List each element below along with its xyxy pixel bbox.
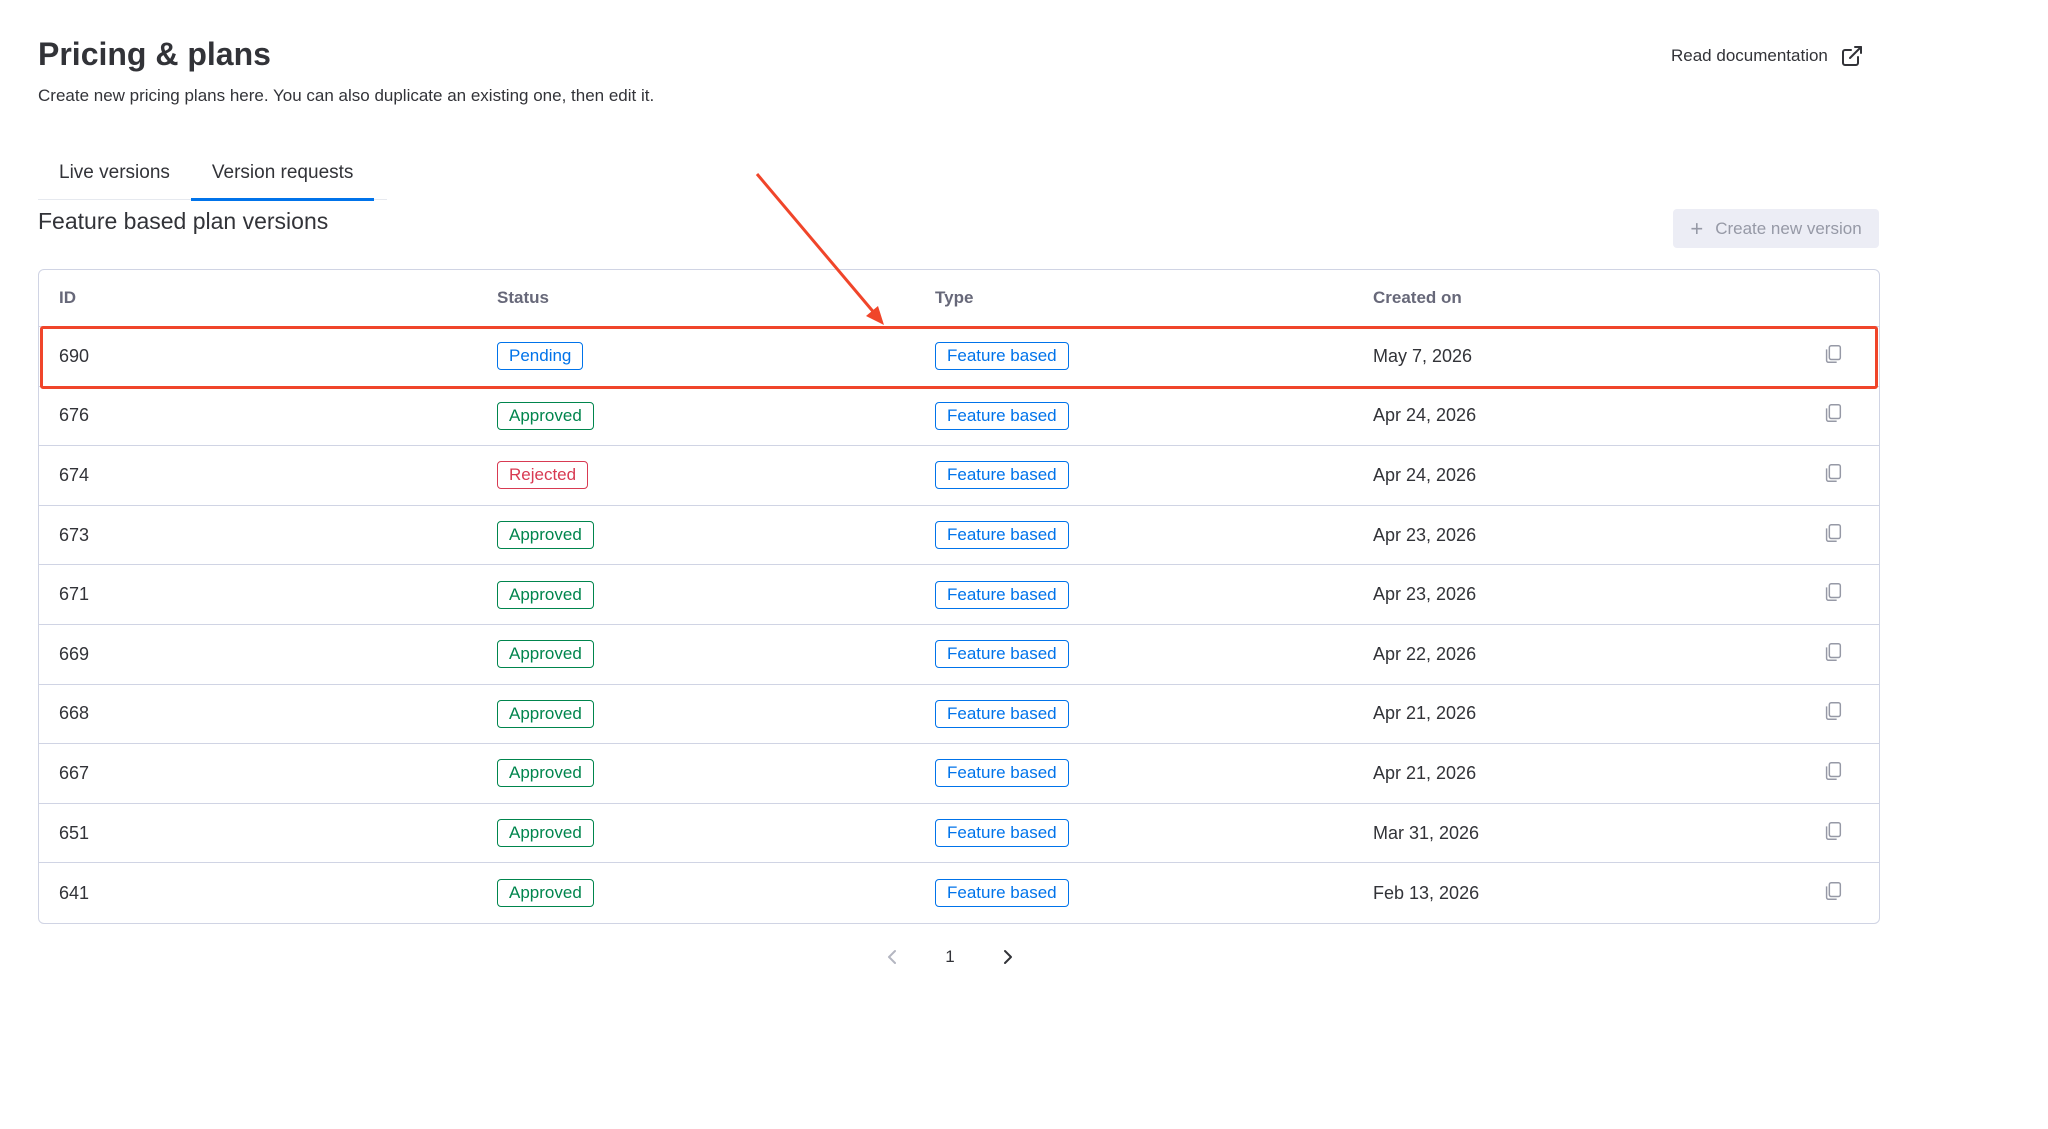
plus-icon: +: [1690, 215, 1704, 241]
copy-icon: [1825, 761, 1842, 780]
tab-live-versions[interactable]: Live versions: [38, 150, 191, 200]
copy-icon: [1825, 821, 1842, 840]
next-page-button[interactable]: [996, 944, 1020, 970]
row-id: 674: [59, 464, 90, 485]
tab-version-requests[interactable]: Version requests: [190, 150, 375, 201]
chevron-right-icon: [1004, 950, 1012, 964]
copy-icon: [1825, 344, 1842, 363]
row-created-on: Apr 21, 2026: [1373, 703, 1477, 724]
create-new-version-label: Create new version: [1715, 218, 1862, 238]
type-badge: Feature based: [935, 819, 1069, 848]
status-badge: Pending: [497, 342, 584, 371]
row-created-on: Feb 13, 2026: [1373, 882, 1480, 903]
chevron-left-icon: [888, 950, 896, 964]
row-created-on: Apr 23, 2026: [1373, 584, 1477, 605]
duplicate-button[interactable]: [1822, 880, 1844, 907]
page-title: Pricing & plans: [38, 36, 271, 72]
row-created-on: Apr 22, 2026: [1373, 643, 1477, 664]
column-header-type[interactable]: Type: [935, 288, 973, 308]
table-row[interactable]: 667 Approved Feature based Apr 21, 2026: [39, 744, 1879, 804]
column-header-status[interactable]: Status: [497, 288, 549, 308]
copy-icon: [1825, 702, 1842, 721]
status-badge: Approved: [497, 699, 594, 728]
prev-page-button[interactable]: [880, 944, 904, 970]
type-badge: Feature based: [935, 580, 1069, 609]
row-created-on: Apr 24, 2026: [1373, 464, 1477, 485]
table-row[interactable]: 641 Approved Feature based Feb 13, 2026: [39, 863, 1879, 923]
table-row[interactable]: 674 Rejected Feature based Apr 24, 2026: [39, 446, 1879, 506]
duplicate-button[interactable]: [1822, 522, 1844, 549]
row-id: 676: [59, 405, 90, 426]
page-number[interactable]: 1: [938, 944, 962, 970]
table-row[interactable]: 671 Approved Feature based Apr 23, 2026: [39, 565, 1879, 625]
tab-bar: Live versions Version requests: [38, 150, 387, 201]
type-badge: Feature based: [935, 461, 1069, 490]
row-created-on: Mar 31, 2026: [1373, 822, 1480, 843]
table-body: 690 Pending Feature based May 7, 2026 67…: [39, 327, 1879, 923]
row-created-on: Apr 24, 2026: [1373, 405, 1477, 426]
type-badge: Feature based: [935, 640, 1069, 669]
table-row[interactable]: 651 Approved Feature based Mar 31, 2026: [39, 804, 1879, 864]
read-documentation-label: Read documentation: [1671, 46, 1828, 65]
duplicate-button[interactable]: [1822, 820, 1844, 847]
page-subtitle: Create new pricing plans here. You can a…: [38, 86, 655, 105]
table-row[interactable]: 676 Approved Feature based Apr 24, 2026: [39, 387, 1879, 447]
copy-icon: [1825, 523, 1842, 542]
duplicate-button[interactable]: [1822, 581, 1844, 608]
column-header-id[interactable]: ID: [59, 288, 76, 308]
copy-icon: [1825, 881, 1842, 900]
status-badge: Approved: [497, 521, 594, 550]
type-badge: Feature based: [935, 759, 1069, 788]
type-badge: Feature based: [935, 342, 1069, 371]
row-id: 651: [59, 822, 90, 843]
read-documentation-link[interactable]: Read documentation: [1671, 44, 1864, 68]
row-id: 671: [59, 584, 90, 605]
section-title: Feature based plan versions: [38, 208, 329, 234]
versions-table: ID Status Type Created on 690 Pending Fe…: [38, 269, 1880, 924]
duplicate-button[interactable]: [1822, 760, 1844, 787]
row-created-on: Apr 23, 2026: [1373, 524, 1477, 545]
type-badge: Feature based: [935, 879, 1069, 908]
column-header-created-on[interactable]: Created on: [1373, 288, 1462, 308]
row-id: 668: [59, 703, 90, 724]
create-new-version-button[interactable]: + Create new version: [1673, 209, 1879, 248]
row-id: 673: [59, 524, 90, 545]
table-row[interactable]: 690 Pending Feature based May 7, 2026: [39, 327, 1879, 387]
table-row[interactable]: 669 Approved Feature based Apr 22, 2026: [39, 625, 1879, 685]
duplicate-button[interactable]: [1822, 641, 1844, 668]
row-id: 690: [59, 345, 90, 366]
status-badge: Approved: [497, 580, 594, 609]
status-badge: Approved: [497, 401, 594, 430]
row-id: 667: [59, 762, 90, 783]
row-id: 641: [59, 882, 90, 903]
row-created-on: Apr 21, 2026: [1373, 762, 1477, 783]
copy-icon: [1825, 642, 1842, 661]
row-created-on: May 7, 2026: [1373, 345, 1473, 366]
table-header: ID Status Type Created on: [39, 270, 1879, 327]
copy-icon: [1825, 464, 1842, 482]
status-badge: Approved: [497, 819, 594, 848]
table-row[interactable]: 673 Approved Feature based Apr 23, 2026: [39, 506, 1879, 566]
duplicate-button[interactable]: [1822, 700, 1844, 727]
status-badge: Approved: [497, 759, 594, 788]
copy-icon: [1825, 583, 1842, 602]
copy-icon: [1825, 404, 1842, 423]
pagination: 1: [880, 944, 1020, 970]
table-row[interactable]: 668 Approved Feature based Apr 21, 2026: [39, 685, 1879, 745]
duplicate-button[interactable]: [1822, 462, 1844, 489]
status-badge: Rejected: [497, 461, 589, 490]
status-badge: Approved: [497, 640, 594, 669]
status-badge: Approved: [497, 879, 594, 908]
type-badge: Feature based: [935, 521, 1069, 550]
duplicate-button[interactable]: [1822, 402, 1844, 429]
duplicate-button[interactable]: [1822, 343, 1844, 370]
row-id: 669: [59, 643, 90, 664]
type-badge: Feature based: [935, 401, 1069, 430]
type-badge: Feature based: [935, 699, 1069, 728]
external-link-icon: [1841, 46, 1862, 66]
